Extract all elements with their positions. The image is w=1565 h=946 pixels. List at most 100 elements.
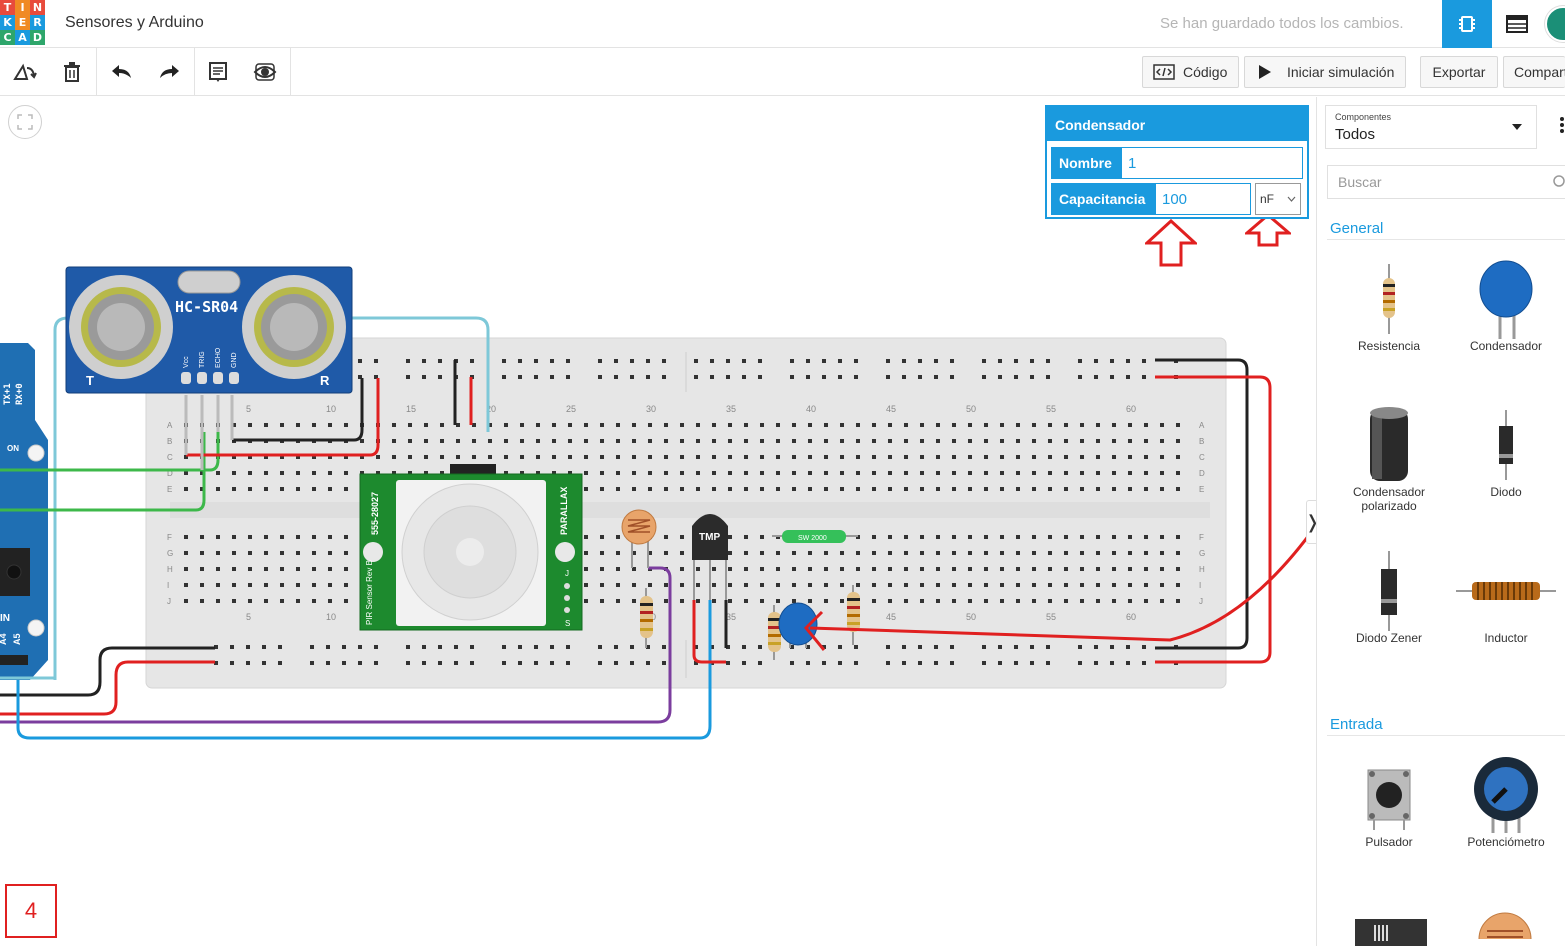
breadboard-hole[interactable]: [422, 645, 426, 649]
breadboard-hole[interactable]: [776, 567, 780, 571]
breadboard-hole[interactable]: [1064, 567, 1068, 571]
breadboard-hole[interactable]: [728, 423, 732, 427]
breadboard-hole[interactable]: [328, 583, 332, 587]
breadboard-hole[interactable]: [872, 567, 876, 571]
breadboard-hole[interactable]: [1176, 583, 1180, 587]
breadboard-hole[interactable]: [872, 599, 876, 603]
breadboard-hole[interactable]: [470, 661, 474, 665]
breadboard-hole[interactable]: [904, 455, 908, 459]
breadboard-hole[interactable]: [280, 487, 284, 491]
breadboard-hole[interactable]: [518, 375, 522, 379]
capacitance-input[interactable]: 100: [1155, 183, 1251, 215]
breadboard-hole[interactable]: [998, 359, 1002, 363]
breadboard-hole[interactable]: [184, 535, 188, 539]
breadboard-hole[interactable]: [808, 599, 812, 603]
breadboard-hole[interactable]: [790, 359, 794, 363]
breadboard-hole[interactable]: [984, 583, 988, 587]
breadboard-hole[interactable]: [1128, 535, 1132, 539]
breadboard-hole[interactable]: [232, 471, 236, 475]
breadboard-hole[interactable]: [1048, 423, 1052, 427]
breadboard-hole[interactable]: [1080, 423, 1084, 427]
breadboard-hole[interactable]: [632, 439, 636, 443]
breadboard-hole[interactable]: [406, 645, 410, 649]
pir-sensor[interactable]: 555-28027 PIR Sensor Rev B PARALLAX J S: [359, 464, 583, 631]
start-simulation-button[interactable]: Iniciar simulación: [1244, 56, 1406, 88]
breadboard-hole[interactable]: [1016, 423, 1020, 427]
breadboard-hole[interactable]: [598, 359, 602, 363]
breadboard-hole[interactable]: [1176, 599, 1180, 603]
breadboard-hole[interactable]: [1128, 551, 1132, 555]
breadboard-hole[interactable]: [200, 583, 204, 587]
breadboard-hole[interactable]: [744, 423, 748, 427]
breadboard-hole[interactable]: [776, 599, 780, 603]
breadboard-hole[interactable]: [760, 439, 764, 443]
breadboard-hole[interactable]: [1016, 583, 1020, 587]
components-filter-select[interactable]: Componentes Todos: [1325, 105, 1537, 149]
breadboard-hole[interactable]: [1160, 423, 1164, 427]
breadboard-hole[interactable]: [872, 455, 876, 459]
breadboard-hole[interactable]: [1064, 551, 1068, 555]
breadboard-hole[interactable]: [824, 583, 828, 587]
breadboard-hole[interactable]: [630, 645, 634, 649]
breadboard-hole[interactable]: [216, 487, 220, 491]
breadboard-hole[interactable]: [1032, 551, 1036, 555]
breadboard-hole[interactable]: [920, 471, 924, 475]
breadboard-hole[interactable]: [950, 359, 954, 363]
breadboard-hole[interactable]: [664, 487, 668, 491]
breadboard-hole[interactable]: [856, 423, 860, 427]
breadboard-hole[interactable]: [312, 583, 316, 587]
breadboard-hole[interactable]: [406, 359, 410, 363]
breadboard-hole[interactable]: [438, 645, 442, 649]
breadboard-hole[interactable]: [742, 661, 746, 665]
breadboard-hole[interactable]: [808, 471, 812, 475]
breadboard-hole[interactable]: [648, 471, 652, 475]
breadboard-hole[interactable]: [776, 439, 780, 443]
breadboard-hole[interactable]: [422, 661, 426, 665]
breadboard-hole[interactable]: [934, 661, 938, 665]
breadboard-hole[interactable]: [1112, 535, 1116, 539]
breadboard-hole[interactable]: [600, 471, 604, 475]
breadboard-hole[interactable]: [344, 487, 348, 491]
breadboard-hole[interactable]: [728, 583, 732, 587]
breadboard-hole[interactable]: [968, 471, 972, 475]
breadboard-hole[interactable]: [1048, 583, 1052, 587]
breadboard-hole[interactable]: [904, 551, 908, 555]
breadboard-hole[interactable]: [790, 375, 794, 379]
breadboard-hole[interactable]: [792, 471, 796, 475]
breadboard-hole[interactable]: [742, 645, 746, 649]
breadboard-hole[interactable]: [1048, 551, 1052, 555]
breadboard-hole[interactable]: [280, 551, 284, 555]
breadboard-hole[interactable]: [1080, 583, 1084, 587]
breadboard-hole[interactable]: [662, 375, 666, 379]
breadboard-hole[interactable]: [822, 375, 826, 379]
breadboard-hole[interactable]: [1080, 471, 1084, 475]
breadboard-hole[interactable]: [968, 583, 972, 587]
breadboard-hole[interactable]: [1078, 661, 1082, 665]
breadboard-hole[interactable]: [616, 599, 620, 603]
breadboard-hole[interactable]: [1000, 423, 1004, 427]
breadboard-hole[interactable]: [838, 359, 842, 363]
breadboard-hole[interactable]: [824, 471, 828, 475]
tinkercad-logo[interactable]: TINKERCAD: [0, 0, 46, 46]
breadboard-hole[interactable]: [534, 645, 538, 649]
breadboard-hole[interactable]: [1048, 487, 1052, 491]
breadboard-hole[interactable]: [886, 375, 890, 379]
breadboard-hole[interactable]: [696, 487, 700, 491]
breadboard-hole[interactable]: [1032, 455, 1036, 459]
breadboard-hole[interactable]: [982, 359, 986, 363]
breadboard-hole[interactable]: [1078, 645, 1082, 649]
ultrasonic-sensor[interactable]: HC-SR04 Vcc TRIG ECHO GND T R: [65, 266, 353, 394]
breadboard-hole[interactable]: [808, 455, 812, 459]
breadboard-hole[interactable]: [422, 375, 426, 379]
breadboard-hole[interactable]: [904, 471, 908, 475]
breadboard-hole[interactable]: [1016, 551, 1020, 555]
breadboard-hole[interactable]: [422, 359, 426, 363]
breadboard-hole[interactable]: [472, 423, 476, 427]
breadboard-hole[interactable]: [1096, 471, 1100, 475]
breadboard-hole[interactable]: [454, 645, 458, 649]
breadboard-hole[interactable]: [1048, 535, 1052, 539]
breadboard-hole[interactable]: [1080, 535, 1084, 539]
breadboard-hole[interactable]: [806, 359, 810, 363]
breadboard-hole[interactable]: [262, 661, 266, 665]
breadboard-hole[interactable]: [712, 599, 716, 603]
